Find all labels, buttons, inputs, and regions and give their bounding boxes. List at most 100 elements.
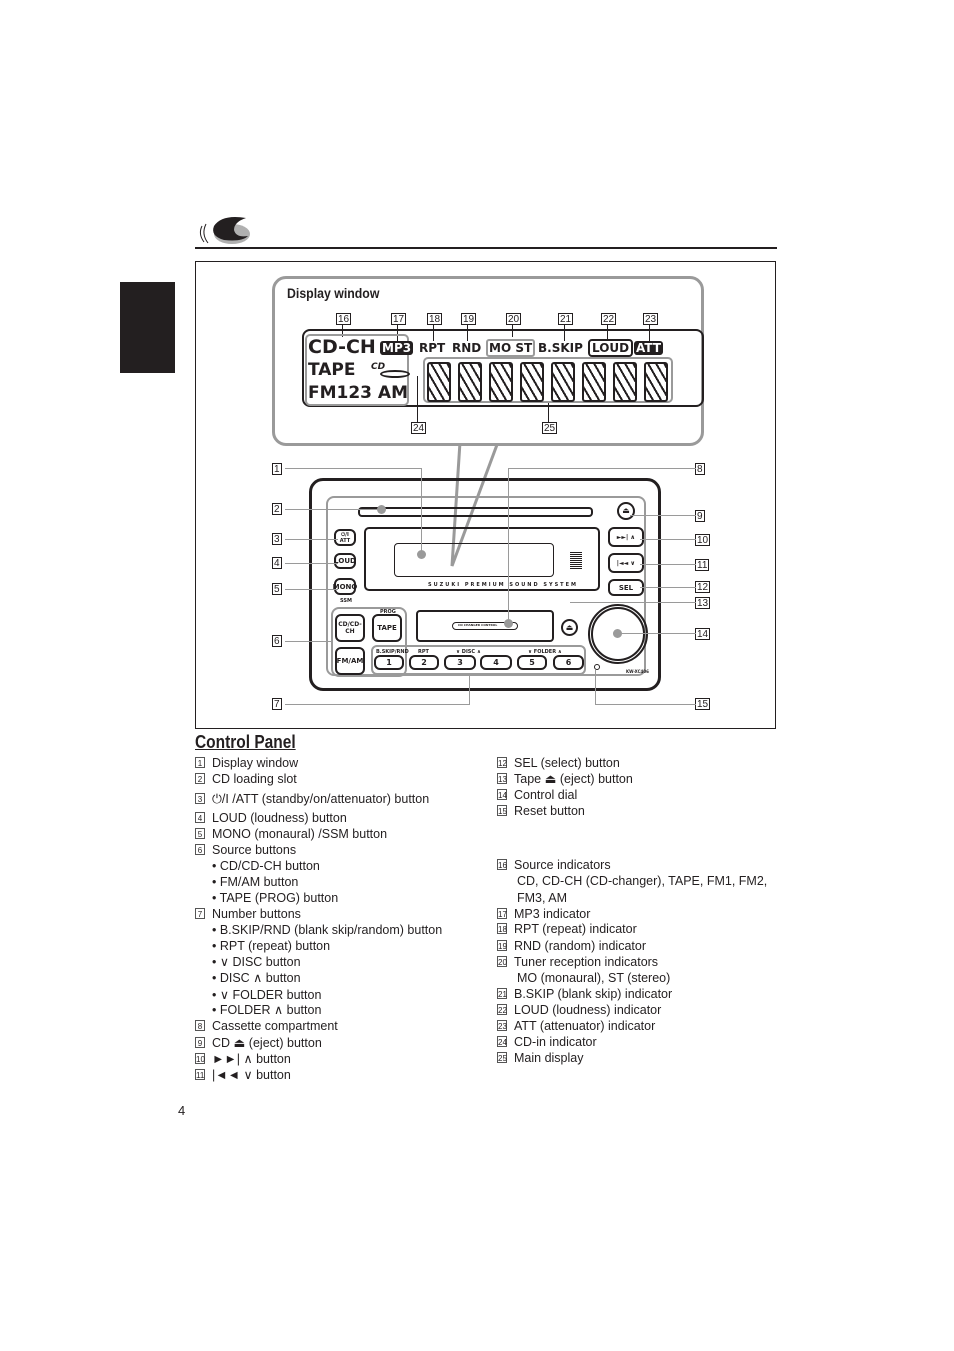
legend-text: • TAPE (PROG) button [212,891,339,905]
legend-item-6: 6 Source buttons [195,842,296,858]
legend-subitem: • TAPE (PROG) button [212,890,338,906]
segment-digit [427,362,451,402]
header-rule [195,247,777,249]
legend-text: Tape ⏏ (eject) button [514,772,633,786]
callout-2: 2 [272,503,282,515]
section-tab-marker [120,282,175,373]
legend-text: • ∨ FOLDER button [212,988,322,1002]
legend-text: LOUD (loudness) button [212,811,347,825]
cd-loading-slot [358,507,593,517]
sel-button[interactable]: SEL [608,579,644,596]
number-button-6[interactable]: 6 [553,655,584,670]
tape-eject-button[interactable]: ⏏ [561,619,578,636]
legend-number-box: 1 [195,757,205,768]
legend-item-24: 24 CD-in indicator [497,1034,597,1050]
callout-11: 11 [695,559,710,571]
legend-item-11: 11 |◄◄ ∨ button [195,1067,291,1083]
legend-text: ATT (attenuator) indicator [514,1019,656,1033]
cd-cdch-button[interactable]: CD/CD-CH [335,614,365,642]
fm-am-button[interactable]: FM/AM [335,647,365,675]
legend-item-25: 25 Main display [497,1050,583,1066]
legend-text: |◄◄ ∨ button [212,1068,291,1082]
number-button-3[interactable]: 3 [444,655,476,670]
indicator-rnd: RND [452,341,482,355]
legend-number-box: 5 [195,828,205,839]
legend-item-7: 7 Number buttons [195,906,301,922]
legend-item-12: 12 SEL (select) button [497,755,620,771]
legend-item-16: 16 Source indicators [497,857,611,873]
legend-number-box: 13 [497,773,507,784]
cd-eject-button[interactable]: ⏏ [617,502,635,520]
indicator-fm-am: FM123 AM [308,383,409,403]
legend-subitem: • RPT (repeat) button [212,938,330,954]
cassette-label: CD CHANGER CONTROL [458,623,498,627]
legend-text: RPT (repeat) indicator [514,922,637,936]
legend-subitem: • DISC ∧ button [212,970,301,986]
legend-number-box: 17 [497,908,507,919]
legend-subitem: • FOLDER ∧ button [212,1002,321,1018]
callout-13: 13 [695,597,711,609]
callout-1: 1 [272,463,282,475]
legend-item-21: 21 B.SKIP (blank skip) indicator [497,986,672,1002]
segment-digit [520,362,544,402]
legend-text: CD loading slot [212,772,297,786]
mono-button[interactable]: MONO [333,578,357,595]
cd-logo-icon [570,551,582,569]
legend-item-13: 13 Tape ⏏ (eject) button [497,771,633,787]
legend-number-box: 25 [497,1052,507,1063]
legend-text: Display window [212,756,299,770]
callout-22: 22 [601,313,617,325]
legend-text: CD ⏏ (eject) button [212,1036,322,1050]
legend-item-19: 19 RND (random) indicator [497,938,646,954]
legend-number-box: 16 [497,859,507,870]
loud-button[interactable]: LOUD [334,553,356,569]
segment-digit [613,362,637,402]
legend-subitem: • B.SKIP/RND (blank skip/random) button [212,922,442,938]
tape-button[interactable]: TAPE [372,614,402,642]
legend-number-box: 20 [497,956,507,967]
legend-text: FM3, AM [517,891,568,905]
legend-text: SEL (select) button [514,756,620,770]
legend-text: RND (random) indicator [514,939,646,953]
indicator-mp3: MP3 [380,341,414,355]
indicator-loud: LOUD [588,339,634,357]
number-button-5[interactable]: 5 [517,655,547,670]
legend-text: • CD/CD-CH button [212,859,320,873]
indicator-bskip: B.SKIP [538,341,583,355]
legend-text: ⏻/I /ATT (standby/on/attenuator) button [212,792,430,806]
segment-digit [644,362,668,402]
legend-subitem: • CD/CD-CH button [212,858,320,874]
legend-text: • FM/AM button [212,875,299,889]
cd-disc-icon [380,370,410,378]
legend-subitem: • ∨ FOLDER button [212,987,321,1003]
legend-item-4: 4 LOUD (loudness) button [195,810,347,826]
legend-number-box: 4 [195,812,205,823]
segment-digit [582,362,606,402]
legend-number-box: 10 [195,1053,205,1064]
prev-down-button[interactable]: |◄◄ ∨ [608,553,644,573]
callout-5: 5 [272,583,282,595]
callout-23: 23 [643,313,659,325]
legend-item-22: 22 LOUD (loudness) indicator [497,1002,661,1018]
legend-text: Main display [514,1051,584,1065]
section-title: Control Panel [195,732,296,752]
indicator-mo-st: MO ST [486,339,536,357]
callout-19: 19 [461,313,477,325]
callout-3: 3 [272,533,282,545]
legend-text: Tuner reception indicators [514,955,659,969]
next-up-button[interactable]: ►►| ∧ [608,527,644,547]
indicator-cd-ch: CD-CH [308,336,376,358]
legend-item-5: 5 MONO (monaural) /SSM button [195,826,387,842]
legend-item-10: 10 ►►| ∧ button [195,1051,291,1067]
number-button-4[interactable]: 4 [480,655,512,670]
power-att-button[interactable]: ⏻/I ATT [334,529,356,546]
display-window [394,543,554,577]
number-button-2[interactable]: 2 [409,655,439,670]
legend-text: LOUD (loudness) indicator [514,1003,662,1017]
legend-text: Source buttons [212,843,297,857]
legend-text: • DISC ∧ button [212,971,301,985]
number-button-1[interactable]: 1 [374,655,404,670]
legend-item-20: 20 Tuner reception indicators [497,954,658,970]
legend-text: MONO (monaural) /SSM button [212,827,388,841]
legend-text: • ∨ DISC button [212,955,301,969]
